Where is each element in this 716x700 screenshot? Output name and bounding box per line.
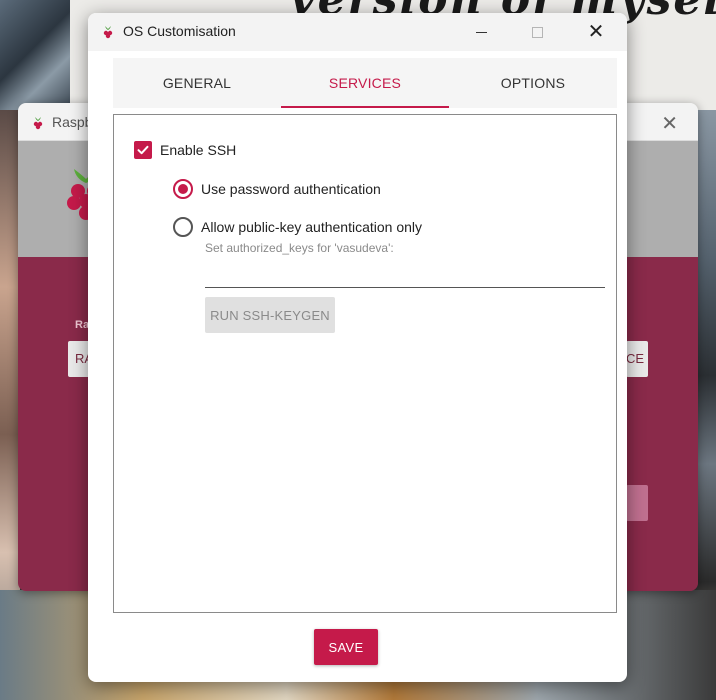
- maximize-button[interactable]: [514, 17, 560, 47]
- enable-ssh-checkbox[interactable]: [134, 141, 152, 159]
- radio-selected-dot: [178, 184, 188, 194]
- password-auth-option[interactable]: Use password authentication: [173, 179, 381, 199]
- tab-general[interactable]: GENERAL: [113, 58, 281, 108]
- authorized-keys-label: Set authorized_keys for 'vasudeva':: [205, 241, 394, 255]
- checkmark-icon: [137, 145, 149, 155]
- tab-options[interactable]: OPTIONS: [449, 58, 617, 108]
- imager-next-button[interactable]: [626, 485, 648, 521]
- os-customisation-dialog[interactable]: OS Customisation ✕ GENERAL SERVICES OPTI…: [88, 13, 627, 682]
- pubkey-auth-radio[interactable]: [173, 217, 193, 237]
- run-ssh-keygen-button[interactable]: RUN SSH-KEYGEN: [205, 297, 335, 333]
- wallpaper-photo: [0, 0, 70, 110]
- close-icon: ✕: [587, 21, 605, 43]
- save-button[interactable]: SAVE: [314, 629, 378, 665]
- imager-choose-button[interactable]: RA: [68, 341, 90, 377]
- raspberry-pi-icon: [30, 115, 46, 136]
- pubkey-auth-label: Allow public-key authentication only: [201, 219, 423, 235]
- services-panel: Enable SSH Use password authentication A…: [113, 114, 617, 613]
- enable-ssh-checkbox-row[interactable]: Enable SSH: [134, 141, 236, 159]
- password-auth-label: Use password authentication: [201, 181, 381, 197]
- pubkey-auth-option[interactable]: Allow public-key authentication only: [173, 217, 422, 237]
- close-icon[interactable]: ✕: [661, 111, 678, 136]
- enable-ssh-label: Enable SSH: [160, 142, 237, 158]
- dialog-titlebar[interactable]: OS Customisation ✕: [88, 13, 627, 51]
- imager-label: Ra: [75, 319, 90, 331]
- raspberry-pi-icon: [100, 24, 116, 45]
- tab-services[interactable]: SERVICES: [281, 58, 449, 108]
- imager-choose-device-button[interactable]: CE: [626, 341, 648, 377]
- minimize-icon: [475, 31, 487, 33]
- dialog-title: OS Customisation: [123, 23, 236, 39]
- maximize-icon: [531, 26, 543, 38]
- password-auth-radio[interactable]: [173, 179, 193, 199]
- minimize-button[interactable]: [458, 17, 504, 47]
- close-button[interactable]: ✕: [573, 17, 619, 47]
- authorized-keys-field[interactable]: [205, 261, 605, 288]
- imager-title: Raspb: [52, 114, 93, 130]
- tab-bar: GENERAL SERVICES OPTIONS: [113, 58, 617, 108]
